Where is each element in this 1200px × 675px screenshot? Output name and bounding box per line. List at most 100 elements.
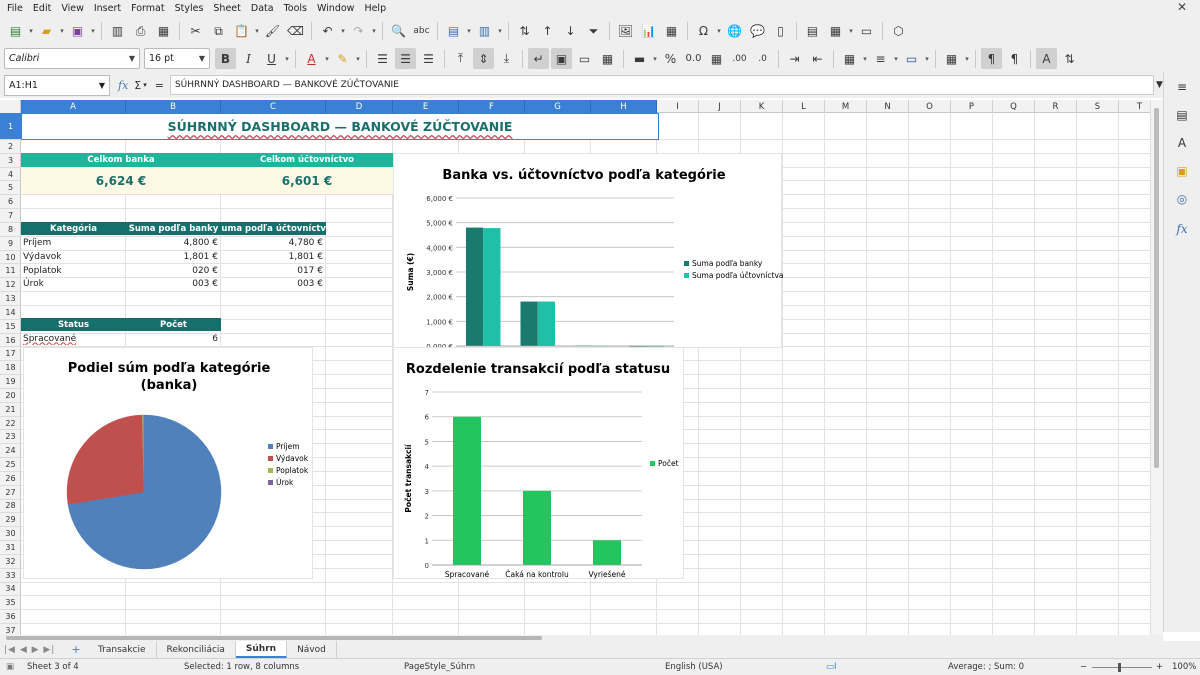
column-header[interactable]: R [1035, 100, 1077, 113]
column-dropdown-icon[interactable]: ▾ [496, 27, 504, 35]
pivot-table-icon[interactable]: ▦ [661, 21, 682, 42]
row-header[interactable]: 26 [0, 472, 21, 486]
row-header[interactable]: 23 [0, 430, 21, 445]
save-dropdown-icon[interactable]: ▾ [89, 27, 97, 35]
menu-insert[interactable]: Insert [89, 3, 126, 14]
add-sheet-icon[interactable]: + [70, 643, 82, 656]
row-header[interactable]: 19 [0, 375, 21, 389]
sort-icon[interactable]: ⇅ [514, 21, 535, 42]
table-cell[interactable]: Výdavok [21, 250, 126, 263]
italic-icon[interactable]: I [238, 48, 259, 69]
column-header[interactable]: O [909, 100, 951, 113]
category-share-pie-chart[interactable]: Podiel súm podľa kategórie (banka) Príjem V… [23, 347, 313, 579]
functions-icon[interactable]: fx [1173, 220, 1191, 238]
navigator-icon[interactable]: ◎ [1173, 190, 1191, 208]
kpi-accounting-label[interactable]: Celkom účtovníctvo [221, 153, 393, 167]
column-header[interactable]: G [525, 100, 591, 113]
align-middle-icon[interactable]: ⇕ [473, 48, 494, 69]
row-header[interactable]: 36 [0, 610, 21, 625]
table-cell[interactable]: 003 € [126, 277, 221, 290]
close-document-icon[interactable]: ✕ [1172, 0, 1192, 14]
name-box[interactable]: A1:H1 ▼ [4, 74, 110, 96]
conditional-dropdown-icon[interactable]: ▾ [963, 55, 971, 63]
table-cell[interactable]: 1,801 € [221, 250, 326, 263]
vertical-scrollbar[interactable] [1150, 100, 1163, 635]
table-cell[interactable]: Úrok [21, 277, 126, 290]
table-header-accounting-sum[interactable]: Suma podľa účtovníctva [221, 222, 326, 235]
table-cell[interactable]: Príjem [21, 236, 126, 249]
undo-dropdown-icon[interactable]: ▾ [339, 27, 347, 35]
highlight-dropdown-icon[interactable]: ▾ [354, 55, 362, 63]
expand-formula-bar-icon[interactable]: ▼ [1156, 80, 1163, 90]
align-center-icon[interactable]: ☰ [395, 48, 416, 69]
freeze-dropdown-icon[interactable]: ▾ [847, 27, 855, 35]
row-header[interactable]: 33 [0, 569, 21, 583]
paste-icon[interactable]: 📋 [231, 21, 252, 42]
open-folder-icon[interactable]: ▰ [36, 21, 57, 42]
row-header[interactable]: 4 [0, 168, 21, 182]
row-header[interactable]: 16 [0, 334, 21, 348]
highlight-color-icon[interactable]: ✎ [332, 48, 353, 69]
freeze-rows-columns-icon[interactable]: ▦ [825, 21, 846, 42]
menu-window[interactable]: Window [312, 3, 359, 14]
table-cell[interactable]: 017 € [221, 264, 326, 277]
table-cell[interactable]: 003 € [221, 277, 326, 290]
kpi-accounting-value[interactable]: 6,601 € [221, 167, 393, 194]
row-header[interactable]: 7 [0, 209, 21, 223]
autofilter-icon[interactable]: ⏷ [583, 21, 604, 42]
row-header[interactable]: 1 [0, 113, 21, 140]
column-header[interactable]: K [741, 100, 783, 113]
status-sum[interactable]: Average: ; Sum: 0 [948, 662, 1024, 672]
row-header[interactable]: 13 [0, 292, 21, 306]
row-header[interactable]: 25 [0, 458, 21, 472]
number-format-icon[interactable]: 0.0 [683, 48, 704, 69]
find-replace-icon[interactable]: 🔍 [388, 21, 409, 42]
spreadsheet-grid[interactable]: SÚHRNNÝ DASHBOARD — BANKOVÉ ZÚČTOVANIE C… [21, 113, 1150, 635]
chevron-down-icon[interactable]: ▼ [99, 81, 105, 90]
sort-descending-icon[interactable]: ↓ [560, 21, 581, 42]
column-header[interactable]: H [591, 100, 657, 113]
row-header[interactable]: 5 [0, 181, 21, 196]
row-icon[interactable]: ▤ [443, 21, 464, 42]
align-right-icon[interactable]: ☰ [418, 48, 439, 69]
row-header[interactable]: 8 [0, 223, 21, 237]
add-decimal-icon[interactable]: .00 [729, 48, 750, 69]
tab-navod[interactable]: Návod [287, 641, 337, 658]
border-color-icon[interactable]: ▭ [901, 48, 922, 69]
merge-cells-icon[interactable]: ▭ [574, 48, 595, 69]
copy-icon[interactable]: ⧉ [208, 21, 229, 42]
formula-input[interactable]: SÚHRNNÝ DASHBOARD — BANKOVÉ ZÚČTOVANIE [169, 75, 1154, 95]
vertical-text-icon[interactable]: ⇅ [1059, 48, 1080, 69]
status-distribution-chart[interactable]: Rozdelenie transakcií podľa statusu 0 1 2 3 4… [393, 347, 684, 579]
font-color-dropdown-icon[interactable]: ▾ [323, 55, 331, 63]
special-character-icon[interactable]: Ω [693, 21, 714, 42]
percent-format-icon[interactable]: % [660, 48, 681, 69]
bold-icon[interactable]: B [215, 48, 236, 69]
column-header[interactable]: J [699, 100, 741, 113]
align-bottom-icon[interactable]: ⤓ [496, 48, 517, 69]
new-document-icon[interactable]: ▤ [5, 21, 26, 42]
menu-tools[interactable]: Tools [279, 3, 312, 14]
menu-data[interactable]: Data [246, 3, 279, 14]
column-header[interactable]: Q [993, 100, 1035, 113]
define-print-area-icon[interactable]: ▤ [802, 21, 823, 42]
column-header[interactable]: C [221, 100, 326, 113]
row-header[interactable]: 14 [0, 306, 21, 320]
insert-chart-icon[interactable]: 📊 [638, 21, 659, 42]
column-header[interactable]: F [459, 100, 525, 113]
headers-footers-icon[interactable]: ▯ [770, 21, 791, 42]
zoom-out-icon[interactable]: − [1080, 662, 1087, 672]
table-header-status[interactable]: Status [21, 318, 126, 331]
text-orientation-icon[interactable]: A [1036, 48, 1057, 69]
sum-dropdown-icon[interactable]: ▾ [143, 81, 147, 89]
right-to-left-icon[interactable]: ¶ [1004, 48, 1025, 69]
align-left-icon[interactable]: ☰ [372, 48, 393, 69]
font-color-icon[interactable]: A [301, 48, 322, 69]
row-header[interactable]: 18 [0, 361, 21, 376]
increase-indent-icon[interactable]: ⇥ [784, 48, 805, 69]
sidebar-menu-icon[interactable]: ≡ [1173, 78, 1191, 96]
column-header[interactable]: N [867, 100, 909, 113]
menu-sheet[interactable]: Sheet [208, 3, 245, 14]
row-header[interactable]: 28 [0, 500, 21, 514]
menu-styles[interactable]: Styles [170, 3, 209, 14]
